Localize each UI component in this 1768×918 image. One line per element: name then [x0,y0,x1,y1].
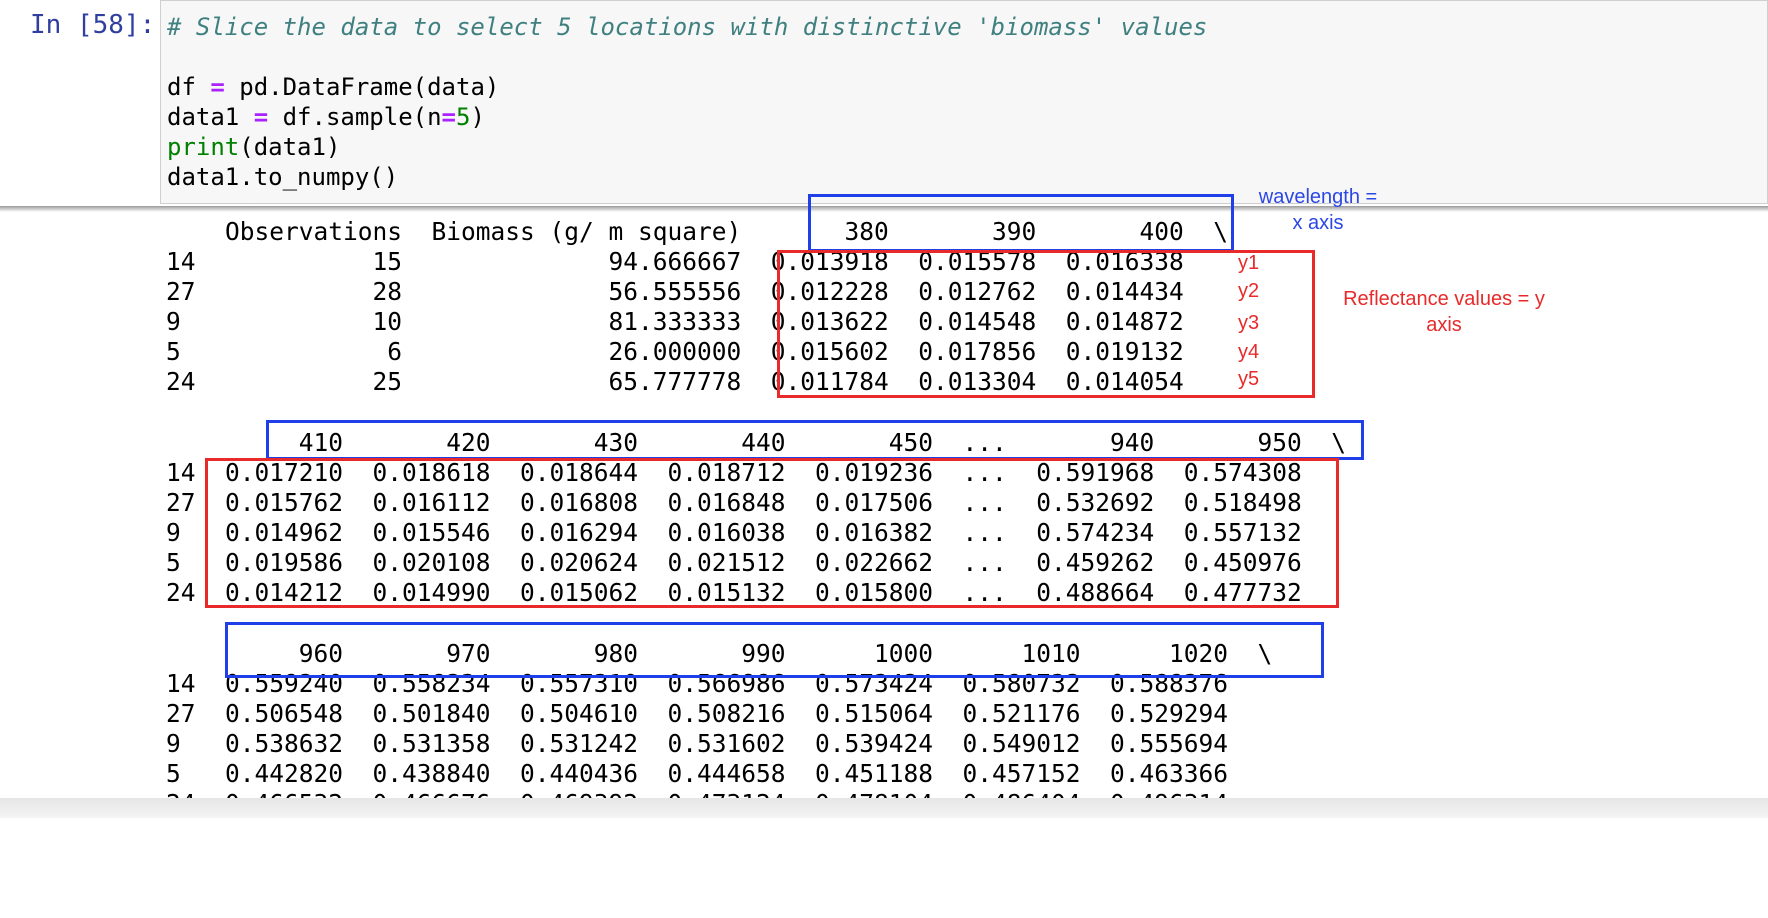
code-line-2: data1 = df.sample(n=5) [167,103,485,131]
code-line-4: data1.to_numpy() [167,163,399,191]
code-line-1: df = pd.DataFrame(data) [167,73,500,101]
reflectance-box-2 [205,458,1339,608]
output-row: 9 0.538632 0.531358 0.531242 0.531602 0.… [166,729,1229,758]
wavelength-annotation: wavelength = x axis [1258,186,1378,234]
reflectance-box-1 [777,250,1315,398]
code-comment: # Slice the data to select 5 locations w… [167,13,1208,41]
output-row: 27 0.506548 0.501840 0.504610 0.508216 0… [166,699,1229,728]
page-background [0,818,1768,918]
output-scroll-bottom-edge[interactable] [0,798,1768,818]
y-label: y4 [1238,341,1260,363]
wavelength-box-2 [266,420,1364,460]
output-clipped-rows: 14 0.559240 0.558234 0.557310 0.566986 0… [160,672,1460,800]
wavelength-box-1 [808,194,1234,252]
reflectance-annotation: Reflectance values = y axis [1343,288,1545,336]
cell-prompt: In [58]: [30,10,156,40]
y-label: y5 [1238,368,1260,390]
y-label: y2 [1238,280,1260,302]
code-line-3: print(data1) [167,133,341,161]
y-label: y3 [1238,312,1260,334]
y-label: y1 [1238,252,1260,274]
output-row: 5 0.442820 0.438840 0.440436 0.444658 0.… [166,759,1229,788]
code-cell-input[interactable]: # Slice the data to select 5 locations w… [160,0,1768,204]
wavelength-box-3 [225,622,1324,678]
